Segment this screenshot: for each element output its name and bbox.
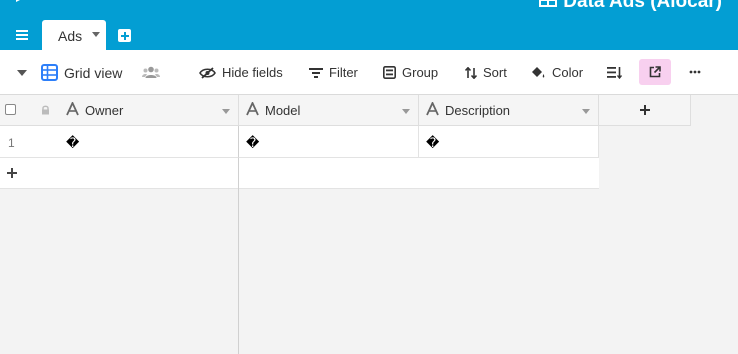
row-number: 1: [8, 136, 15, 150]
hide-fields-button[interactable]: Hide fields: [199, 50, 283, 95]
share-view-button[interactable]: [639, 59, 671, 85]
paint-bucket-icon: [532, 66, 545, 77]
grid-icon: [41, 64, 58, 81]
filter-icon: [309, 67, 323, 78]
field-header-model[interactable]: Model: [239, 95, 419, 126]
tab-ads[interactable]: Ads: [42, 20, 106, 50]
field-name: Owner: [85, 103, 124, 118]
lock-icon: [42, 105, 49, 115]
people-icon: [142, 66, 160, 78]
cell-value: �: [426, 135, 440, 150]
database-icon: [539, 0, 558, 7]
hamburger-menu-icon[interactable]: [12, 26, 32, 44]
group-icon: [383, 66, 396, 79]
text-field-icon: [426, 102, 439, 116]
add-field-button[interactable]: [599, 95, 691, 126]
views-sidebar-toggle-icon[interactable]: [17, 70, 27, 76]
row-cell-model[interactable]: �: [239, 126, 419, 158]
field-header-description[interactable]: Description: [419, 95, 599, 126]
chevron-down-icon[interactable]: [402, 109, 410, 114]
group-label: Group: [402, 65, 439, 80]
field-header-owner[interactable]: Owner: [0, 95, 239, 126]
view-toolbar: Grid view Hide fields Filter Group Sort …: [0, 50, 738, 95]
view-name: Grid view: [64, 64, 123, 81]
tab-label: Ads: [58, 28, 83, 44]
hide-fields-label: Hide fields: [222, 65, 283, 80]
share-icon: [649, 66, 661, 78]
view-switcher-button[interactable]: Grid view: [41, 50, 122, 95]
collaborators-button[interactable]: [142, 50, 160, 95]
color-button[interactable]: Color: [531, 50, 583, 95]
plus-icon: [7, 168, 17, 178]
sort-button[interactable]: Sort: [465, 50, 507, 95]
field-name: Description: [445, 103, 511, 118]
sort-label: Sort: [483, 65, 507, 80]
add-table-icon[interactable]: [118, 29, 131, 42]
base-title-text: Data Ads (Alocar): [563, 0, 722, 12]
cell-value: �: [66, 135, 80, 150]
text-field-icon: [66, 102, 79, 116]
select-all-checkbox[interactable]: [5, 104, 16, 115]
row-cell-owner[interactable]: 1 �: [0, 126, 239, 158]
app-logo-icon[interactable]: [14, 0, 34, 6]
add-row-left-section: [0, 158, 239, 189]
chevron-down-icon[interactable]: [222, 109, 230, 114]
cell-value: �: [246, 135, 260, 150]
row-height-button[interactable]: [607, 50, 622, 95]
row-cell-description[interactable]: �: [419, 126, 599, 158]
ellipsis-icon: [689, 70, 701, 74]
filter-label: Filter: [329, 65, 358, 80]
sort-icon: [465, 66, 477, 79]
more-options-button[interactable]: [683, 59, 707, 85]
group-button[interactable]: Group: [383, 50, 438, 95]
eye-slash-icon: [199, 66, 216, 79]
chevron-down-icon[interactable]: [92, 32, 100, 37]
add-row-button[interactable]: [0, 158, 599, 189]
table-row[interactable]: 1 � � �: [0, 126, 599, 158]
row-height-icon: [607, 67, 622, 79]
chevron-down-icon[interactable]: [582, 109, 590, 114]
filter-button[interactable]: Filter: [309, 50, 358, 95]
app-bar: Data Ads (Alocar) Ads: [0, 0, 738, 50]
base-title[interactable]: Data Ads (Alocar): [539, 0, 722, 13]
color-label: Color: [552, 65, 584, 80]
field-name: Model: [265, 103, 301, 118]
text-field-icon: [246, 102, 259, 116]
